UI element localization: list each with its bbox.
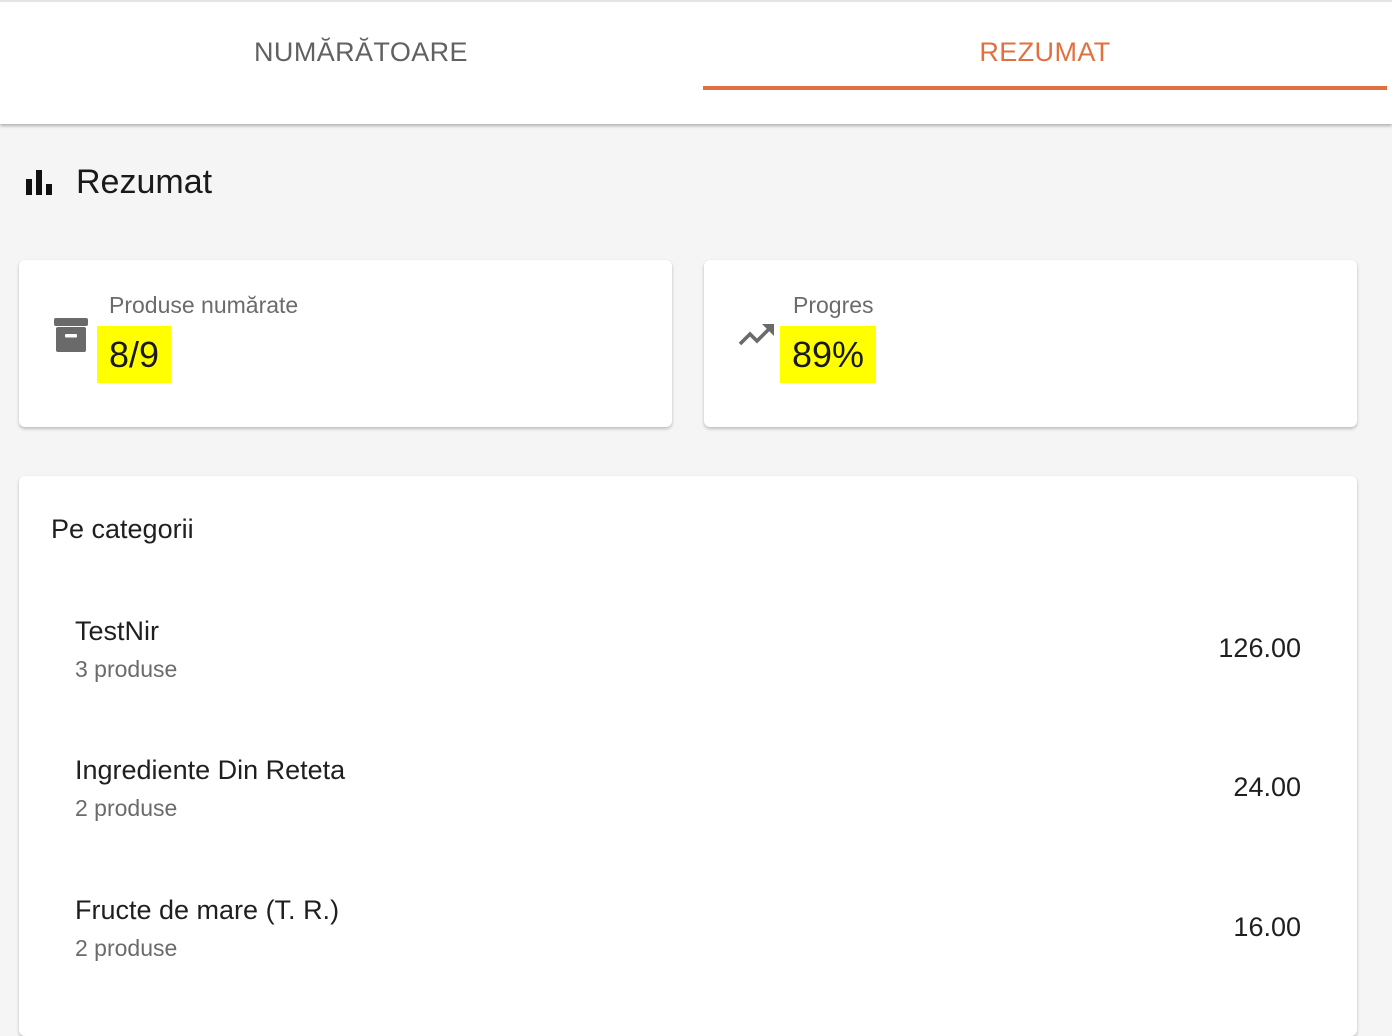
page-title: Rezumat (76, 162, 213, 201)
bar-chart-icon (24, 167, 54, 197)
trending-up-icon (738, 320, 776, 355)
progress-label: Progres (793, 292, 874, 318)
counted-products-value: 8/9 (97, 326, 172, 383)
category-count: 3 produse (75, 656, 178, 682)
progress-card: Progres 89% (704, 260, 1357, 427)
category-name: TestNir (75, 616, 160, 646)
categories-title: Pe categorii (51, 514, 194, 544)
active-tab-indicator (703, 86, 1387, 90)
category-total: 126.00 (1218, 633, 1301, 663)
archive-box-icon (53, 317, 89, 358)
tab-rezumat[interactable]: REZUMAT (703, 14, 1387, 90)
list-item[interactable]: Ingrediente Din Reteta 2 produse 24.00 (19, 755, 1357, 855)
category-name: Ingrediente Din Reteta (75, 755, 346, 785)
list-item[interactable]: Fructe de mare (T. R.) 2 produse 16.00 (19, 895, 1357, 995)
list-item[interactable]: TestNir 3 produse 126.00 (19, 616, 1357, 716)
summary-header: Rezumat (24, 160, 212, 204)
category-count: 2 produse (75, 795, 178, 821)
tab-bar: NUMĂRĂTOARE REZUMAT (0, 0, 1392, 124)
category-name: Fructe de mare (T. R.) (75, 895, 340, 925)
category-count: 2 produse (75, 935, 178, 961)
category-total: 16.00 (1233, 912, 1301, 942)
category-total: 24.00 (1233, 772, 1301, 802)
counted-products-label: Produse numărate (109, 292, 299, 318)
progress-value: 89% (780, 326, 877, 383)
counted-products-card: Produse numărate 8/9 (19, 260, 672, 427)
tab-numaratoare[interactable]: NUMĂRĂTOARE (19, 14, 703, 90)
categories-card: Pe categorii TestNir 3 produse 126.00 In… (19, 476, 1357, 1036)
